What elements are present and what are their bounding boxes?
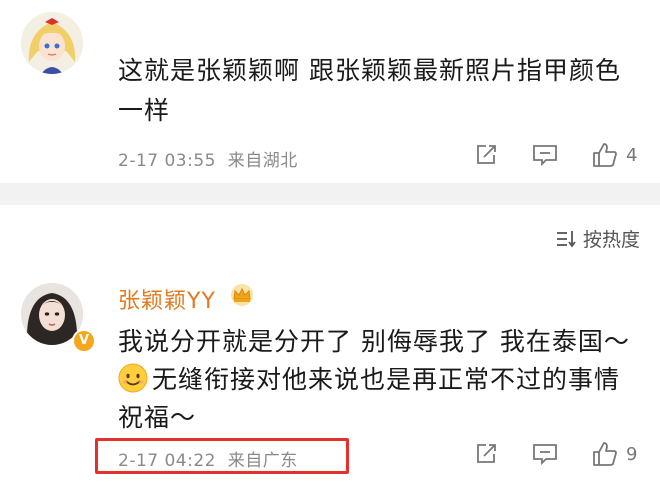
like-count: 4 bbox=[626, 144, 638, 166]
comment-text: 我说分开就是分开了 别侮辱我了 我在泰国～ bbox=[118, 327, 630, 356]
like-button[interactable]: 4 bbox=[592, 142, 637, 168]
comment-icon bbox=[533, 444, 557, 466]
thumbs-up-icon bbox=[593, 143, 617, 167]
comment-actions: 4 bbox=[474, 142, 637, 168]
thumbs-up-icon bbox=[593, 442, 617, 466]
comment-text: 一样 bbox=[118, 96, 171, 125]
share-icon bbox=[477, 444, 496, 463]
comment-text: 祝福～ bbox=[118, 403, 197, 432]
comment-location: 来自湖北 bbox=[227, 151, 298, 171]
smile-emoji-icon bbox=[118, 363, 148, 393]
like-count: 9 bbox=[626, 443, 638, 465]
sort-icon bbox=[556, 230, 576, 247]
comment-button[interactable] bbox=[532, 442, 558, 466]
comment-meta: 2-17 03:55 来自湖北 bbox=[118, 146, 298, 171]
comment-item: 这就是张颖颖啊 跟张颖颖最新照片指甲颜色 一样 2-17 03:55 来自湖北 … bbox=[0, 0, 660, 183]
share-button[interactable] bbox=[474, 143, 498, 167]
comment-button[interactable] bbox=[532, 143, 558, 167]
username[interactable]: 张颖颖YY bbox=[118, 283, 216, 315]
comment-text-line: 无缝衔接对他来说也是再正常不过的事情 bbox=[118, 361, 620, 399]
crown-icon bbox=[228, 283, 256, 311]
highlight-box bbox=[95, 438, 349, 474]
like-button[interactable]: 9 bbox=[592, 441, 637, 467]
comment-text: 无缝衔接对他来说也是再正常不过的事情 bbox=[152, 365, 621, 394]
sort-hot-button[interactable]: 按热度 bbox=[555, 225, 640, 252]
comment-time: 2-17 03:55 bbox=[118, 151, 216, 171]
verified-badge: V bbox=[72, 329, 96, 353]
share-icon bbox=[477, 145, 496, 164]
sort-bar: 按热度 bbox=[0, 205, 660, 270]
comment-icon bbox=[533, 145, 557, 167]
share-button[interactable] bbox=[474, 442, 498, 466]
divider bbox=[0, 183, 660, 205]
sort-label: 按热度 bbox=[582, 229, 640, 251]
comment-actions: 9 bbox=[474, 441, 637, 467]
avatar[interactable] bbox=[21, 12, 83, 74]
comment-text: 这就是张颖颖啊 跟张颖颖最新照片指甲颜色 bbox=[118, 56, 621, 85]
